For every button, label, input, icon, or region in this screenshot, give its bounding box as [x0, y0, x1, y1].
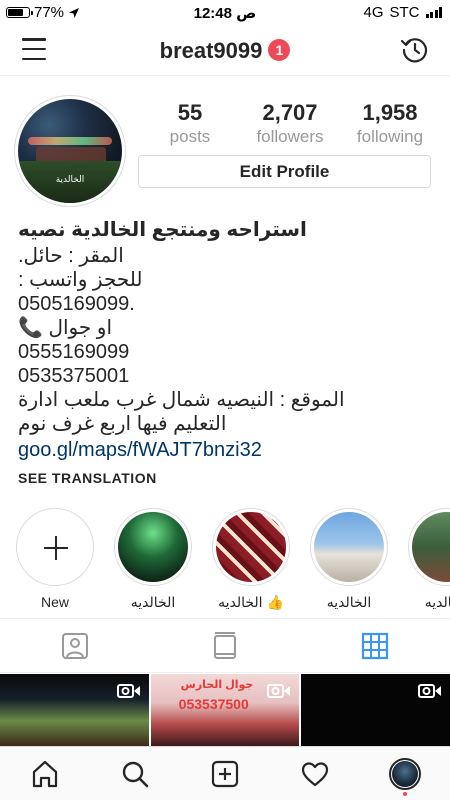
highlight-label: الخالديه	[130, 594, 176, 610]
profile-header: breat9099 1	[0, 26, 450, 76]
nav-search[interactable]	[90, 747, 180, 800]
nav-add-post[interactable]	[180, 747, 270, 800]
feed-icon	[214, 631, 236, 659]
signal-icon	[425, 7, 442, 18]
highlight-item[interactable]: الخالديه	[113, 508, 193, 611]
highlight-label: الخالديه	[424, 594, 450, 610]
bio-line: المقر : حائل.	[18, 245, 124, 267]
status-right: 4G STC	[363, 4, 442, 21]
profile-avatar[interactable]: الخالدية	[14, 95, 126, 207]
heart-icon	[301, 761, 329, 786]
video-icon	[267, 684, 291, 698]
bio-line: 0505169099.	[18, 293, 135, 315]
edit-profile-button[interactable]: Edit Profile	[138, 155, 431, 188]
plus-icon	[44, 536, 68, 560]
new-highlight-ring	[16, 508, 94, 586]
highlight-label: الخالديه 👍	[218, 594, 284, 610]
highlight-new[interactable]: New	[15, 508, 95, 610]
posts-count: 55	[177, 100, 203, 125]
bio-line: الموقع : النيصيه شمال غرب ملعب ادارة	[18, 389, 345, 411]
home-icon	[32, 760, 58, 787]
tagged-icon	[62, 632, 88, 659]
nav-home[interactable]	[0, 747, 90, 800]
bio-link[interactable]: goo.gl/maps/fWAJT7bnzi32	[18, 436, 438, 464]
highlight-image	[314, 512, 384, 582]
profile-tabs	[0, 618, 450, 673]
nav-activity[interactable]	[270, 747, 360, 800]
see-translation-button[interactable]: SEE TRANSLATION	[18, 470, 438, 486]
post-thumbnail[interactable]: جوال الحارس 053537500	[150, 674, 300, 746]
highlight-label: الخالديه	[326, 594, 372, 610]
profile-stats: 55 posts 2,707 followers 1,958 following	[140, 100, 440, 147]
search-icon	[122, 761, 149, 787]
post-thumbnail[interactable]	[301, 674, 450, 746]
video-icon	[418, 684, 442, 698]
stat-followers[interactable]: 2,707 followers	[240, 100, 340, 147]
active-indicator	[403, 792, 407, 796]
followers-count: 2,707	[262, 100, 318, 125]
followers-label: followers	[256, 127, 324, 146]
network-type: 4G	[363, 4, 384, 21]
grid-icon	[361, 632, 389, 659]
following-count: 1,958	[362, 100, 418, 125]
profile-photo: الخالدية	[18, 99, 122, 203]
history-icon[interactable]	[400, 35, 430, 65]
nav-profile[interactable]	[360, 747, 450, 800]
post-thumbnail[interactable]	[0, 674, 149, 746]
bio-name: استراحه ومنتجع الخالدية نصيه	[18, 219, 307, 241]
tab-grid[interactable]	[300, 619, 450, 672]
highlight-item[interactable]: الخالديه	[407, 508, 450, 611]
bio-line: للحجز واتسب :	[18, 269, 143, 291]
username: breat9099	[159, 38, 263, 63]
highlight-label: New	[40, 594, 69, 610]
highlight-image	[412, 512, 450, 582]
status-bar: 77% 12:48 ص 4G STC	[0, 0, 450, 26]
avatar-caption: الخالدية	[55, 174, 85, 184]
highlight-item[interactable]: الخالديه	[309, 508, 389, 611]
notification-badge[interactable]: 1	[268, 39, 291, 61]
posts-label: posts	[169, 127, 211, 146]
post-overlay-text: جوال الحارس	[180, 679, 254, 691]
highlight-image	[118, 512, 188, 582]
bio-line: او جوال 📞	[18, 317, 113, 339]
bio-section: استراحه ومنتجع الخالدية نصيه المقر : حائ…	[18, 216, 438, 486]
username-title[interactable]: breat9099 1	[0, 38, 450, 64]
following-label: following	[356, 127, 424, 146]
bio-line: التعليم فيها اربع غرف نوم	[18, 413, 227, 435]
highlight-image	[216, 512, 286, 582]
video-icon	[116, 684, 140, 698]
story-highlights: New الخالديه الخالديه 👍 الخالديه الخالدي…	[0, 508, 450, 613]
carrier-name: STC	[389, 4, 420, 21]
profile-avatar-small	[389, 757, 421, 790]
stat-following[interactable]: 1,958 following	[340, 100, 440, 147]
bottom-navigation	[0, 746, 450, 800]
stat-posts[interactable]: 55 posts	[140, 100, 240, 147]
add-post-icon	[211, 760, 239, 787]
posts-grid: جوال الحارس 053537500	[0, 674, 450, 746]
tab-feed[interactable]	[150, 619, 300, 672]
post-overlay-number: 053537500	[178, 696, 249, 712]
bio-line: 0535375001	[18, 365, 130, 387]
bio-line: 0555169099	[18, 341, 130, 363]
highlight-item[interactable]: الخالديه 👍	[211, 508, 291, 611]
tab-tagged[interactable]	[0, 619, 150, 672]
